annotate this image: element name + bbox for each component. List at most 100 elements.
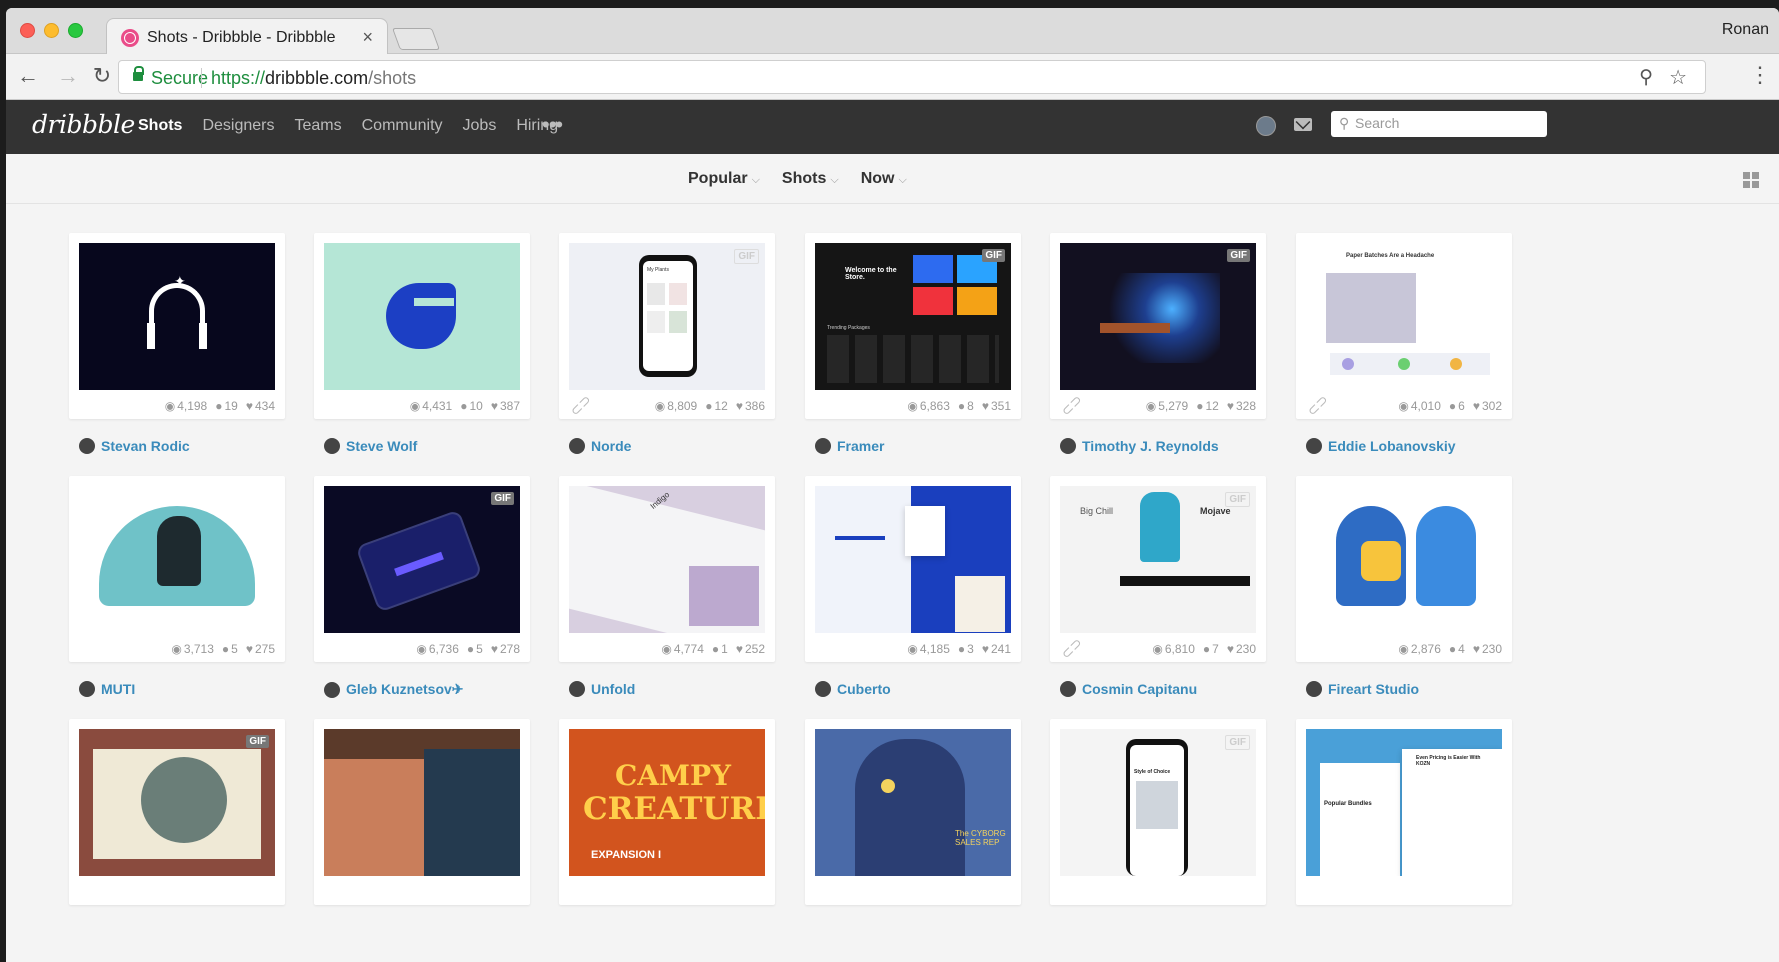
author-avatar[interactable] [569, 438, 585, 454]
shot-card[interactable]: ◉ 4,431 ● 10 ♥ 387 [314, 233, 530, 419]
author-name[interactable]: Gleb Kuznetsov✈ [346, 681, 464, 698]
shot-card[interactable]: My Plants GIF ⊂⊃ ◉ 8,809 ● 12 ♥ 386 [559, 233, 775, 419]
shot-card[interactable]: ◉ 2,876 ● 4 ♥ 230 [1296, 476, 1512, 662]
shot-thumbnail[interactable]: GIF [1060, 243, 1256, 390]
close-tab-icon[interactable]: × [362, 27, 373, 48]
shot-thumbnail[interactable] [79, 486, 275, 633]
comments-stat[interactable]: ● 12 [1196, 399, 1219, 413]
shot-author[interactable]: Norde [569, 438, 631, 454]
shot-card[interactable]: Style of Choice GIF [1050, 719, 1266, 905]
shot-thumbnail[interactable]: CAMPYCREATURES EXPANSION I [569, 729, 765, 876]
link-icon[interactable]: ⊂⊃ [566, 391, 595, 420]
shot-author[interactable]: Cosmin Capitanu [1060, 681, 1197, 697]
author-name[interactable]: Timothy J. Reynolds [1082, 438, 1219, 454]
shot-thumbnail[interactable] [815, 486, 1011, 633]
shot-thumbnail[interactable]: Indigo [569, 486, 765, 633]
nav-designers[interactable]: Designers [202, 117, 274, 135]
shot-author[interactable]: Fireart Studio [1306, 681, 1419, 697]
shot-author[interactable]: Eddie Lobanovskiy [1306, 438, 1456, 454]
mail-icon[interactable] [1294, 118, 1312, 131]
shot-card[interactable]: Big Chill Mojave GIF ⊂⊃ ◉ 6,810 ● 7 ♥ 230 [1050, 476, 1266, 662]
shot-author[interactable]: MUTI [79, 681, 135, 697]
comments-stat[interactable]: ● 4 [1449, 642, 1465, 656]
url-text[interactable]: https://dribbble.com/shots [211, 68, 416, 89]
zoom-icon[interactable]: ⚲ [1639, 66, 1653, 89]
shot-thumbnail[interactable]: My Plants GIF [569, 243, 765, 390]
more-menu-icon[interactable]: ••• [542, 112, 563, 138]
likes-stat[interactable]: ♥ 230 [1227, 642, 1256, 656]
author-name[interactable]: Norde [591, 438, 631, 454]
shot-thumbnail[interactable] [324, 243, 520, 390]
likes-stat[interactable]: ♥ 434 [246, 399, 275, 413]
author-avatar[interactable] [324, 681, 340, 698]
author-name[interactable]: Fireart Studio [1328, 681, 1419, 697]
likes-stat[interactable]: ♥ 351 [982, 399, 1011, 413]
reload-icon[interactable]: ↻ [88, 63, 116, 89]
shot-thumbnail[interactable]: Welcome to the Store. Trending Packages GI… [815, 243, 1011, 390]
author-avatar[interactable] [815, 438, 831, 454]
nav-community[interactable]: Community [362, 117, 443, 135]
dribbble-logo[interactable]: dribbble [32, 110, 135, 139]
author-name[interactable]: Cosmin Capitanu [1082, 681, 1197, 697]
likes-stat[interactable]: ♥ 387 [491, 399, 520, 413]
filter-sort[interactable]: Popular ⌵ [688, 170, 760, 188]
shot-card[interactable]: GIF [69, 719, 285, 905]
shot-author[interactable]: Timothy J. Reynolds [1060, 438, 1219, 454]
filter-type[interactable]: Shots ⌵ [782, 170, 839, 188]
link-icon[interactable]: ⊂⊃ [1057, 634, 1086, 663]
author-name[interactable]: Stevan Rodic [101, 438, 190, 454]
author-name[interactable]: MUTI [101, 681, 135, 697]
author-avatar[interactable] [1306, 438, 1322, 454]
shot-card[interactable]: Popular Bundles Even Pricing is Easier Wi… [1296, 719, 1512, 905]
shot-thumbnail[interactable]: ✦ [79, 243, 275, 390]
shot-thumbnail[interactable]: Big Chill Mojave GIF [1060, 486, 1256, 633]
author-avatar[interactable] [1060, 438, 1076, 454]
browser-menu-icon[interactable]: ⋮ [1749, 62, 1771, 88]
address-bar[interactable]: Secure https://dribbble.com/shots ⚲ ☆ [118, 60, 1706, 94]
author-avatar[interactable] [79, 438, 95, 454]
shot-thumbnail[interactable]: GIF [324, 486, 520, 633]
comments-stat[interactable]: ● 5 [467, 642, 483, 656]
comments-stat[interactable]: ● 12 [705, 399, 728, 413]
shot-author[interactable]: Cuberto [815, 681, 891, 697]
shot-card[interactable]: CAMPYCREATURES EXPANSION I [559, 719, 775, 905]
shot-author[interactable]: Steve Wolf [324, 438, 417, 454]
shot-card[interactable] [314, 719, 530, 905]
author-name[interactable]: Unfold [591, 681, 635, 697]
likes-stat[interactable]: ♥ 241 [982, 642, 1011, 656]
filter-time[interactable]: Now ⌵ [861, 170, 907, 188]
author-name[interactable]: Steve Wolf [346, 438, 417, 454]
shot-card[interactable]: Indigo ◉ 4,774 ● 1 ♥ 252 [559, 476, 775, 662]
search-input[interactable] [1355, 115, 1535, 131]
shot-card[interactable]: ◉ 3,713 ● 5 ♥ 275 [69, 476, 285, 662]
shot-author[interactable]: Stevan Rodic [79, 438, 190, 454]
link-icon[interactable]: ⊂⊃ [1303, 391, 1332, 420]
shot-thumbnail[interactable]: GIF [79, 729, 275, 876]
comments-stat[interactable]: ● 1 [712, 642, 728, 656]
browser-tab[interactable]: Shots - Dribbble - Dribbble × [106, 18, 388, 55]
likes-stat[interactable]: ♥ 302 [1473, 399, 1502, 413]
nav-teams[interactable]: Teams [294, 117, 341, 135]
shot-card[interactable]: Welcome to the Store. Trending Packages GI… [805, 233, 1021, 419]
author-avatar[interactable] [79, 681, 95, 697]
author-avatar[interactable] [1060, 681, 1076, 697]
user-avatar[interactable] [1256, 116, 1276, 136]
search-box[interactable]: ⚲ [1331, 111, 1547, 137]
comments-stat[interactable]: ● 7 [1203, 642, 1219, 656]
comments-stat[interactable]: ● 19 [215, 399, 238, 413]
shot-card[interactable]: ✦ ◉ 4,198 ● 19 ♥ 434 [69, 233, 285, 419]
likes-stat[interactable]: ♥ 328 [1227, 399, 1256, 413]
bookmark-star-icon[interactable]: ☆ [1669, 65, 1687, 90]
shot-thumbnail[interactable]: Style of Choice GIF [1060, 729, 1256, 876]
nav-shots[interactable]: Shots [138, 117, 182, 135]
author-avatar[interactable] [324, 438, 340, 454]
nav-jobs[interactable]: Jobs [463, 117, 497, 135]
shot-thumbnail[interactable]: Popular Bundles Even Pricing is Easier Wi… [1306, 729, 1502, 876]
likes-stat[interactable]: ♥ 252 [736, 642, 765, 656]
new-tab-button[interactable] [391, 28, 441, 50]
shot-thumbnail[interactable] [1306, 486, 1502, 633]
shot-card[interactable]: GIF ◉ 6,736 ● 5 ♥ 278 [314, 476, 530, 662]
shot-author[interactable]: Unfold [569, 681, 635, 697]
shot-author[interactable]: Gleb Kuznetsov✈ [324, 681, 464, 698]
link-icon[interactable]: ⊂⊃ [1057, 391, 1086, 420]
